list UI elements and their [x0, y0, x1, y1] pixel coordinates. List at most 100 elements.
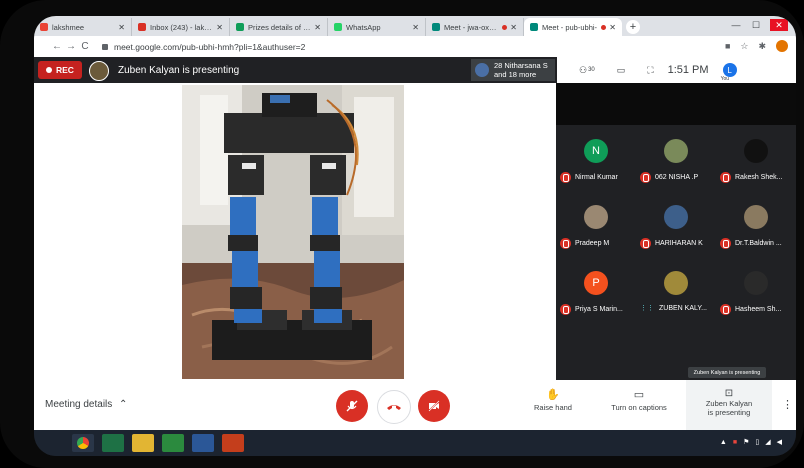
- recording-dot-icon: [601, 24, 607, 30]
- more-options-icon[interactable]: ⋮: [782, 398, 793, 411]
- star-icon[interactable]: ☆: [740, 41, 748, 52]
- leave-call-button[interactable]: [377, 390, 411, 424]
- close-tab-icon[interactable]: ✕: [118, 23, 125, 32]
- browser-tab[interactable]: WhatsApp ✕: [328, 18, 426, 36]
- flag-icon[interactable]: ⚑: [743, 438, 749, 446]
- participant-tile[interactable]: P Priya S Marin...: [556, 263, 636, 323]
- network-icon[interactable]: ◢: [765, 438, 770, 446]
- word-taskbar-icon[interactable]: [192, 434, 214, 452]
- activities-button[interactable]: ⛶: [647, 65, 653, 76]
- close-window-button[interactable]: ✕: [770, 19, 788, 31]
- url-text[interactable]: meet.google.com/pub-ubhi-hmh?pli=1&authu…: [114, 42, 305, 52]
- tray-app-icon[interactable]: ■: [733, 439, 737, 446]
- reload-icon[interactable]: C: [78, 41, 92, 52]
- volume-icon[interactable]: ◀: [777, 438, 782, 446]
- participant-name: Pradeep M: [575, 240, 610, 247]
- robot-photo: [182, 85, 404, 379]
- url-field[interactable]: meet.google.com/pub-ubhi-hmh?pli=1&authu…: [102, 42, 305, 52]
- tab-favicon-icon: [138, 23, 146, 31]
- participant-avatar: [584, 205, 608, 229]
- participant-count: 30: [588, 67, 595, 73]
- activities-icon: ⛶: [647, 64, 654, 75]
- participant-name: Dr.T.Baldwin ...: [735, 240, 782, 247]
- participant-name-row: HARIHARAN K: [640, 238, 716, 249]
- close-tab-icon[interactable]: ✕: [412, 23, 419, 32]
- phone-hangup-icon: [387, 405, 401, 410]
- participant-avatar: [664, 271, 688, 295]
- captions-icon: ▭: [633, 389, 645, 401]
- participant-name-row: Nirmal Kumar: [560, 172, 636, 183]
- participant-name-row: Hasheem Sh...: [720, 304, 796, 315]
- tab-favicon-icon: [334, 23, 342, 31]
- presenter-banner: Zuben Kalyan is presenting: [118, 65, 240, 76]
- mic-toggle-button[interactable]: [336, 390, 368, 422]
- captions-button[interactable]: ▭ Turn on captions: [604, 388, 674, 412]
- participant-tile[interactable]: 062 NISHA .P: [636, 131, 716, 191]
- mic-muted-icon: [720, 172, 731, 183]
- excel-taskbar-icon[interactable]: [102, 434, 124, 452]
- camera-toggle-button[interactable]: [418, 390, 450, 422]
- self-avatar[interactable]: L You: [721, 63, 737, 82]
- minimize-button[interactable]: —: [730, 19, 742, 31]
- participant-tile[interactable]: Rakesh Shek...: [716, 131, 796, 191]
- speaking-icon: ⋮⋮: [640, 305, 654, 312]
- participant-name: Rakesh Shek...: [735, 174, 783, 181]
- viewers-chip[interactable]: 28 Nitharsana S and 18 more: [471, 59, 555, 81]
- extensions-icon[interactable]: ✱: [758, 41, 766, 52]
- meet-top-bar: REC Zuben Kalyan is presenting 28 Nithar…: [34, 57, 796, 83]
- close-tab-icon[interactable]: ✕: [216, 23, 223, 32]
- participant-name-row: ⋮⋮ ZUBEN KALY...: [640, 304, 716, 313]
- back-icon[interactable]: ←: [50, 41, 64, 52]
- maximize-button[interactable]: ☐: [750, 19, 762, 31]
- participant-tile[interactable]: N Nirmal Kumar: [556, 131, 636, 191]
- browser-tab[interactable]: Prizes details of events✕: [230, 18, 328, 36]
- chrome-taskbar-icon[interactable]: [72, 434, 94, 452]
- forward-icon[interactable]: →: [64, 41, 78, 52]
- mic-muted-icon: [560, 238, 571, 249]
- chevron-up-icon: ⌃: [119, 399, 128, 410]
- close-tab-icon[interactable]: ✕: [609, 23, 616, 32]
- camera-icon[interactable]: ■: [725, 41, 730, 51]
- people-button[interactable]: ⚇ 30: [579, 65, 595, 76]
- new-tab-button[interactable]: +: [626, 20, 640, 34]
- participant-tile[interactable]: ⋮⋮ ZUBEN KALY...: [636, 263, 716, 323]
- meeting-details-label: Meeting details: [45, 399, 113, 410]
- address-bar-actions: ■ ☆ ✱: [725, 40, 788, 52]
- browser-tab[interactable]: Meet - jwa-oxsh-ctj ✕: [426, 18, 524, 36]
- present-line1: Zuben Kalyan: [705, 399, 753, 408]
- present-line2: is presenting: [707, 408, 751, 417]
- participant-name: Nirmal Kumar: [575, 174, 618, 181]
- self-initial: L: [727, 65, 732, 75]
- profile-avatar[interactable]: [776, 40, 788, 52]
- tray-chevron-icon[interactable]: ▲: [720, 439, 727, 446]
- participant-tile[interactable]: Pradeep M: [556, 197, 636, 257]
- powerpoint-taskbar-icon[interactable]: [222, 434, 244, 452]
- browser-tab[interactable]: lakshmee ✕: [34, 18, 132, 36]
- participant-avatar: P: [584, 271, 608, 295]
- tab-favicon-icon: [530, 23, 538, 31]
- close-tab-icon[interactable]: ✕: [510, 23, 517, 32]
- battery-icon[interactable]: ▯: [755, 438, 759, 446]
- panel-header-area: [556, 83, 796, 125]
- tab-title: Inbox (243) - lakshmi.: [150, 22, 213, 32]
- browser-tab[interactable]: Inbox (243) - lakshmi.✕: [132, 18, 230, 36]
- explorer-taskbar-icon[interactable]: [132, 434, 154, 452]
- participant-name: Priya S Marin...: [575, 306, 623, 313]
- chat-button[interactable]: ▭: [617, 65, 626, 76]
- raise-hand-button[interactable]: ✋ Raise hand: [518, 388, 588, 412]
- participant-tile[interactable]: Dr.T.Baldwin ...: [716, 197, 796, 257]
- participant-tile[interactable]: HARIHARAN K: [636, 197, 716, 257]
- participant-tile[interactable]: Hasheem Sh...: [716, 263, 796, 323]
- app-taskbar-icon[interactable]: [162, 434, 184, 452]
- captions-label: Turn on captions: [611, 403, 667, 412]
- meet-top-actions: ⚇ 30 ▭ ⛶ 1:51 PM L You: [557, 57, 796, 83]
- close-tab-icon[interactable]: ✕: [314, 23, 321, 32]
- browser-tab[interactable]: Meet - pub-ubhi- ✕: [524, 18, 622, 36]
- tab-title: Prizes details of events: [248, 22, 311, 32]
- browser-window: lakshmee✕Inbox (243) - lakshmi.✕Prizes d…: [34, 16, 796, 456]
- present-now-button[interactable]: ⊡ Zuben Kalyan is presenting: [686, 380, 772, 430]
- participant-name-row: 062 NISHA .P: [640, 172, 716, 183]
- tab-title: WhatsApp: [346, 22, 381, 32]
- people-icon: ⚇: [579, 64, 588, 75]
- meeting-details-button[interactable]: Meeting details ⌃: [45, 399, 127, 410]
